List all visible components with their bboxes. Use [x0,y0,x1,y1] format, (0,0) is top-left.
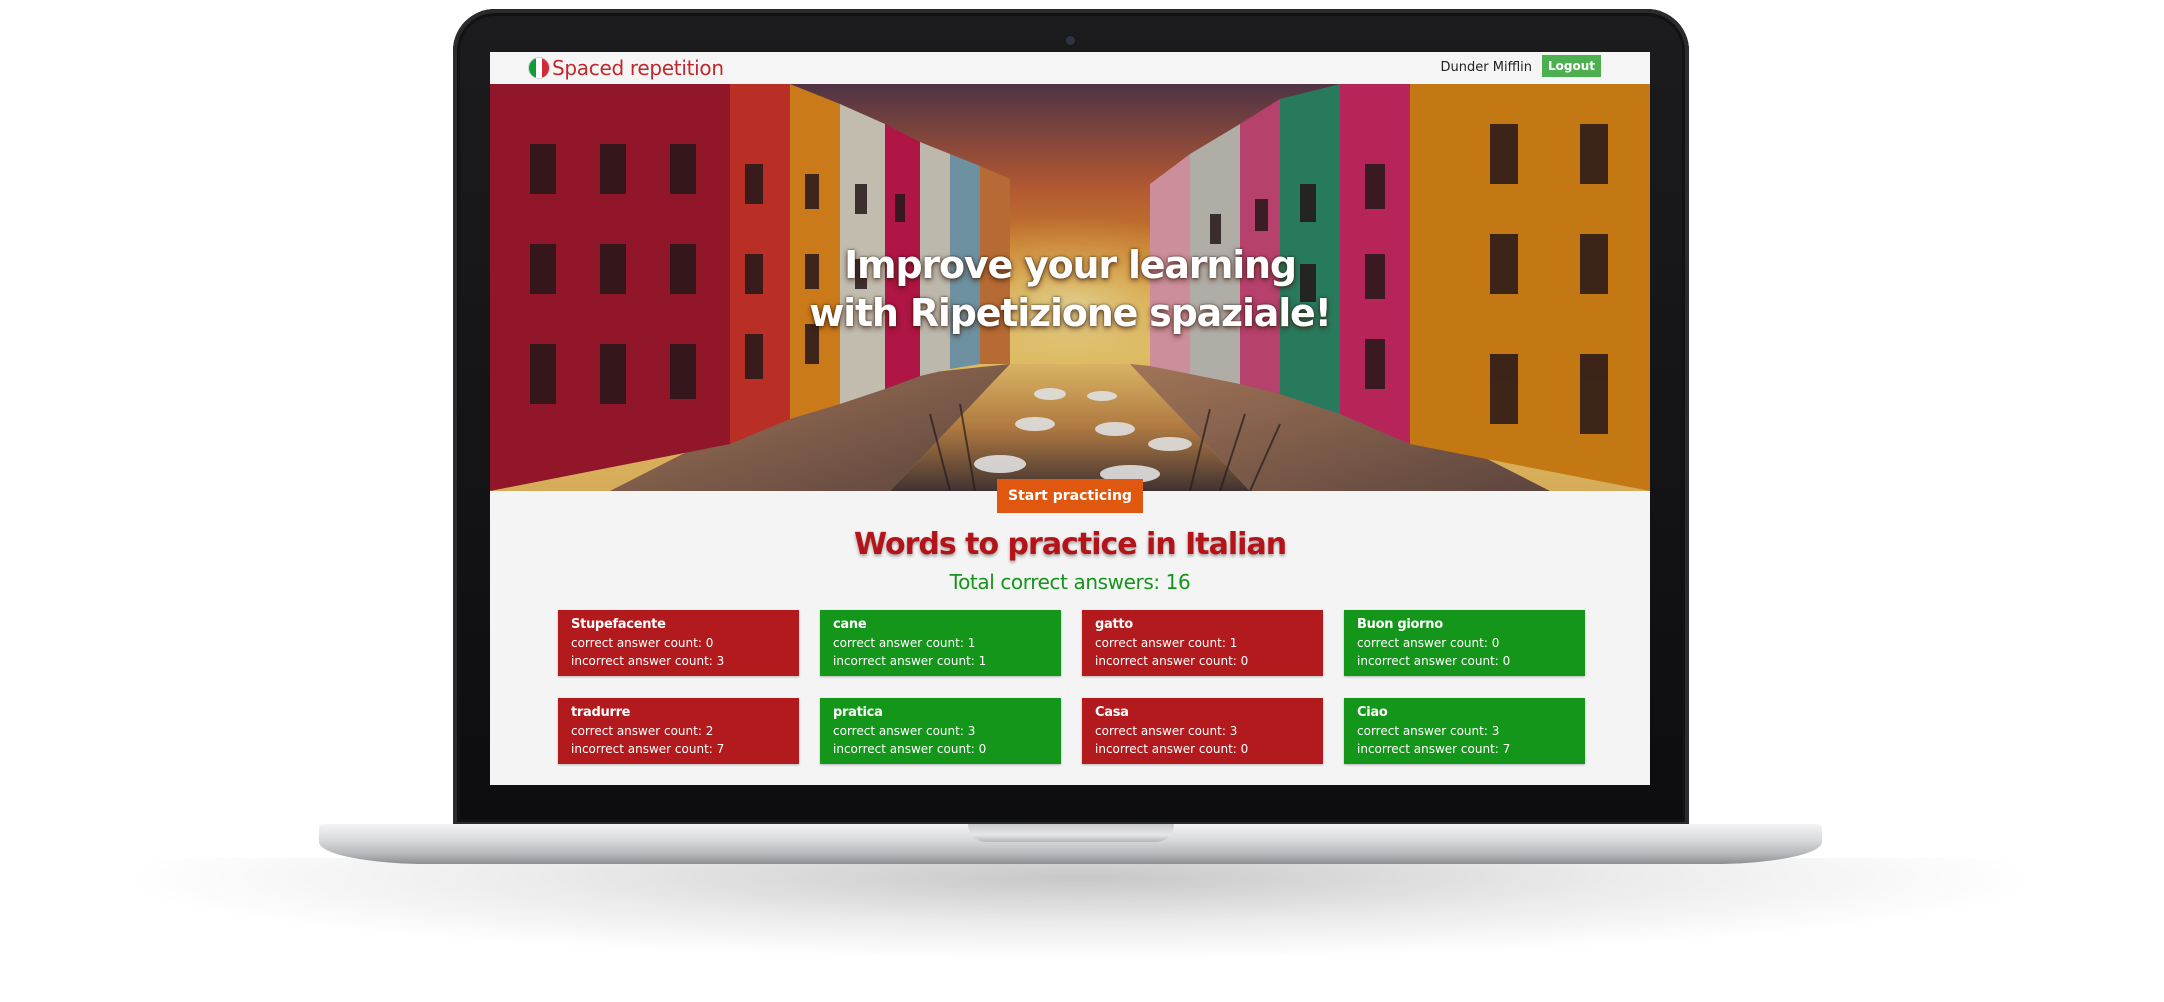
word-card[interactable]: pratica correct answer count: 3 incorrec… [820,698,1061,764]
hero-title-line-1: Improve your learning [844,243,1297,287]
correct-count: correct answer count: 0 [571,636,714,650]
laptop-shadow [140,858,2020,958]
incorrect-count: incorrect answer count: 0 [1095,654,1249,668]
incorrect-count: incorrect answer count: 3 [571,654,725,668]
incorrect-count: incorrect answer count: 7 [1357,742,1511,756]
incorrect-count: incorrect answer count: 0 [1095,742,1249,756]
total-correct-answers: Total correct answers: 16 [949,570,1191,594]
flag-stripe-red [542,58,549,78]
word-card[interactable]: Ciao correct answer count: 3 incorrect a… [1344,698,1585,764]
camera-icon [1066,36,1075,45]
flag-stripe-green [529,58,536,78]
word-card[interactable]: tradurre correct answer count: 2 incorre… [558,698,799,764]
hero-title: Improve your learning with Ripetizione s… [490,241,1650,337]
app-screen: Spaced repetition Dunder Mifflin Logout [490,52,1650,785]
hero-banner: Improve your learning with Ripetizione s… [490,84,1650,491]
italian-flag-icon [528,57,550,79]
navbar: Spaced repetition Dunder Mifflin Logout [490,52,1650,85]
correct-count: correct answer count: 3 [1095,724,1238,738]
correct-count: correct answer count: 0 [1357,636,1500,650]
hero-title-line-2: with Ripetizione spaziale! [809,291,1332,335]
logout-button[interactable]: Logout [1542,55,1601,77]
laptop-notch [968,824,1174,842]
incorrect-count: incorrect answer count: 0 [1357,654,1511,668]
word-card[interactable]: cane correct answer count: 1 incorrect a… [820,610,1061,676]
incorrect-count: incorrect answer count: 0 [833,742,987,756]
word-name: gatto [1095,617,1133,632]
word-card[interactable]: Stupefacente correct answer count: 0 inc… [558,610,799,676]
word-name: cane [833,617,867,632]
incorrect-count: incorrect answer count: 7 [571,742,725,756]
word-card-grid: Stupefacente correct answer count: 0 inc… [558,610,1588,764]
correct-count: correct answer count: 3 [833,724,976,738]
laptop-mockup: Spaced repetition Dunder Mifflin Logout [0,0,2164,1002]
start-practicing-button[interactable]: Start practicing [997,479,1143,513]
brand-link[interactable]: Spaced repetition [528,56,724,80]
correct-count: correct answer count: 3 [1357,724,1500,738]
word-name: Stupefacente [571,617,666,632]
user-name: Dunder Mifflin [1440,60,1532,75]
correct-count: correct answer count: 2 [571,724,714,738]
word-name: pratica [833,705,883,720]
word-card[interactable]: Buon giorno correct answer count: 0 inco… [1344,610,1585,676]
word-name: Ciao [1357,705,1388,720]
correct-count: correct answer count: 1 [1095,636,1238,650]
section-title: Words to practice in Italian [853,527,1287,562]
word-card[interactable]: Casa correct answer count: 3 incorrect a… [1082,698,1323,764]
word-name: Casa [1095,705,1129,720]
correct-count: correct answer count: 1 [833,636,976,650]
incorrect-count: incorrect answer count: 1 [833,654,987,668]
flag-stripe-white [535,58,543,78]
word-name: Buon giorno [1357,617,1443,632]
word-name: tradurre [571,705,631,720]
word-card[interactable]: gatto correct answer count: 1 incorrect … [1082,610,1323,676]
brand-name: Spaced repetition [552,56,724,80]
